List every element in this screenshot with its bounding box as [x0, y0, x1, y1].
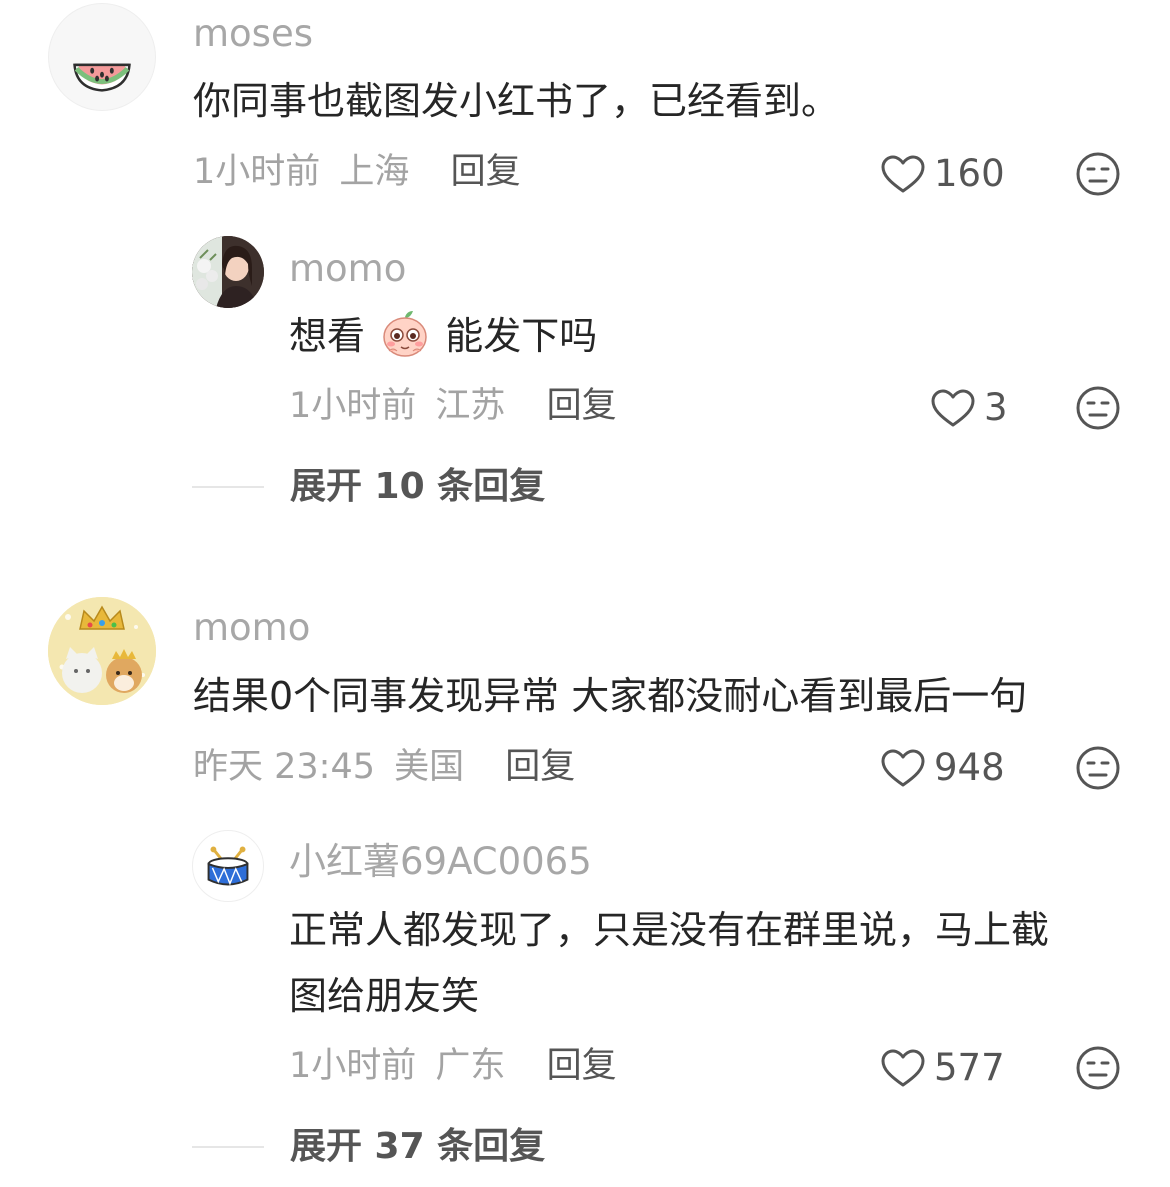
- reply-username[interactable]: 小红薯69AC0065: [289, 840, 592, 884]
- reply-location: 江苏: [435, 386, 506, 426]
- comment-meta: 1小时前 上海 回复: [193, 150, 521, 194]
- reply-text-before: 想看: [289, 314, 366, 358]
- like-count: 160: [934, 152, 1005, 195]
- heart-outline-icon: [881, 749, 925, 787]
- comment-meta: 昨天 23:45 美国 回复: [193, 745, 575, 789]
- like-count: 577: [934, 1046, 1005, 1089]
- reply-time: 1小时前: [289, 1046, 417, 1086]
- like-button[interactable]: 160: [880, 150, 1005, 198]
- reply-button[interactable]: 回复: [547, 386, 617, 426]
- avatar[interactable]: [192, 830, 264, 902]
- comment-time: 1小时前: [193, 152, 321, 192]
- heart-outline-icon: [931, 389, 975, 427]
- reply-text-after: 能发下吗: [445, 314, 598, 358]
- neutral-face-icon: [1076, 746, 1120, 790]
- watermelon-icon: [73, 63, 131, 92]
- girl-photo-icon: [192, 236, 264, 308]
- dislike-button[interactable]: [1075, 1045, 1121, 1091]
- avatar[interactable]: [48, 3, 156, 111]
- neutral-face-icon: [1076, 152, 1120, 196]
- avatar[interactable]: [48, 597, 156, 705]
- like-count: 948: [934, 746, 1005, 789]
- expand-replies-button[interactable]: 展开 10 条回复: [290, 465, 545, 509]
- reply-text: 想看 能发下吗: [289, 304, 597, 368]
- heart-outline-icon: [881, 155, 925, 193]
- expand-divider: [192, 1146, 264, 1148]
- reply-meta: 1小时前 广东 回复: [289, 1044, 617, 1088]
- reply-button[interactable]: 回复: [505, 747, 575, 787]
- comment-username[interactable]: moses: [193, 12, 313, 56]
- peach-face-emoji: [379, 307, 431, 359]
- like-button[interactable]: 3: [930, 384, 1008, 432]
- drum-icon: [207, 846, 249, 886]
- dislike-button[interactable]: [1075, 385, 1121, 431]
- dislike-button[interactable]: [1075, 151, 1121, 197]
- dislike-button[interactable]: [1075, 745, 1121, 791]
- comment-location: 美国: [394, 747, 465, 787]
- comment-username[interactable]: momo: [193, 606, 310, 650]
- reply-location: 广东: [435, 1046, 506, 1086]
- reply-time: 1小时前: [289, 386, 417, 426]
- comment-text: 结果0个同事发现异常 大家都没耐心看到最后一句: [193, 674, 1028, 718]
- heart-outline-icon: [881, 1049, 925, 1087]
- comment-location: 上海: [339, 152, 410, 192]
- like-button[interactable]: 577: [880, 1044, 1005, 1092]
- expand-replies-button[interactable]: 展开 37 条回复: [290, 1125, 545, 1169]
- reply-text-line-1: 正常人都发现了，只是没有在群里说，马上截: [289, 908, 1050, 952]
- like-count: 3: [984, 386, 1008, 429]
- reply-meta: 1小时前 江苏 回复: [289, 384, 617, 428]
- comment-text: 你同事也截图发小红书了，已经看到。: [193, 79, 840, 123]
- cat-dog-crown-icon: [48, 597, 156, 705]
- reply-text-line-2: 图给朋友笑: [289, 974, 480, 1018]
- avatar[interactable]: [192, 236, 264, 308]
- neutral-face-icon: [1076, 386, 1120, 430]
- neutral-face-icon: [1076, 1046, 1120, 1090]
- like-button[interactable]: 948: [880, 744, 1005, 792]
- reply-username[interactable]: momo: [289, 247, 406, 291]
- reply-button[interactable]: 回复: [547, 1046, 617, 1086]
- reply-button[interactable]: 回复: [451, 152, 521, 192]
- expand-divider: [192, 486, 264, 488]
- comment-time: 昨天 23:45: [193, 747, 375, 787]
